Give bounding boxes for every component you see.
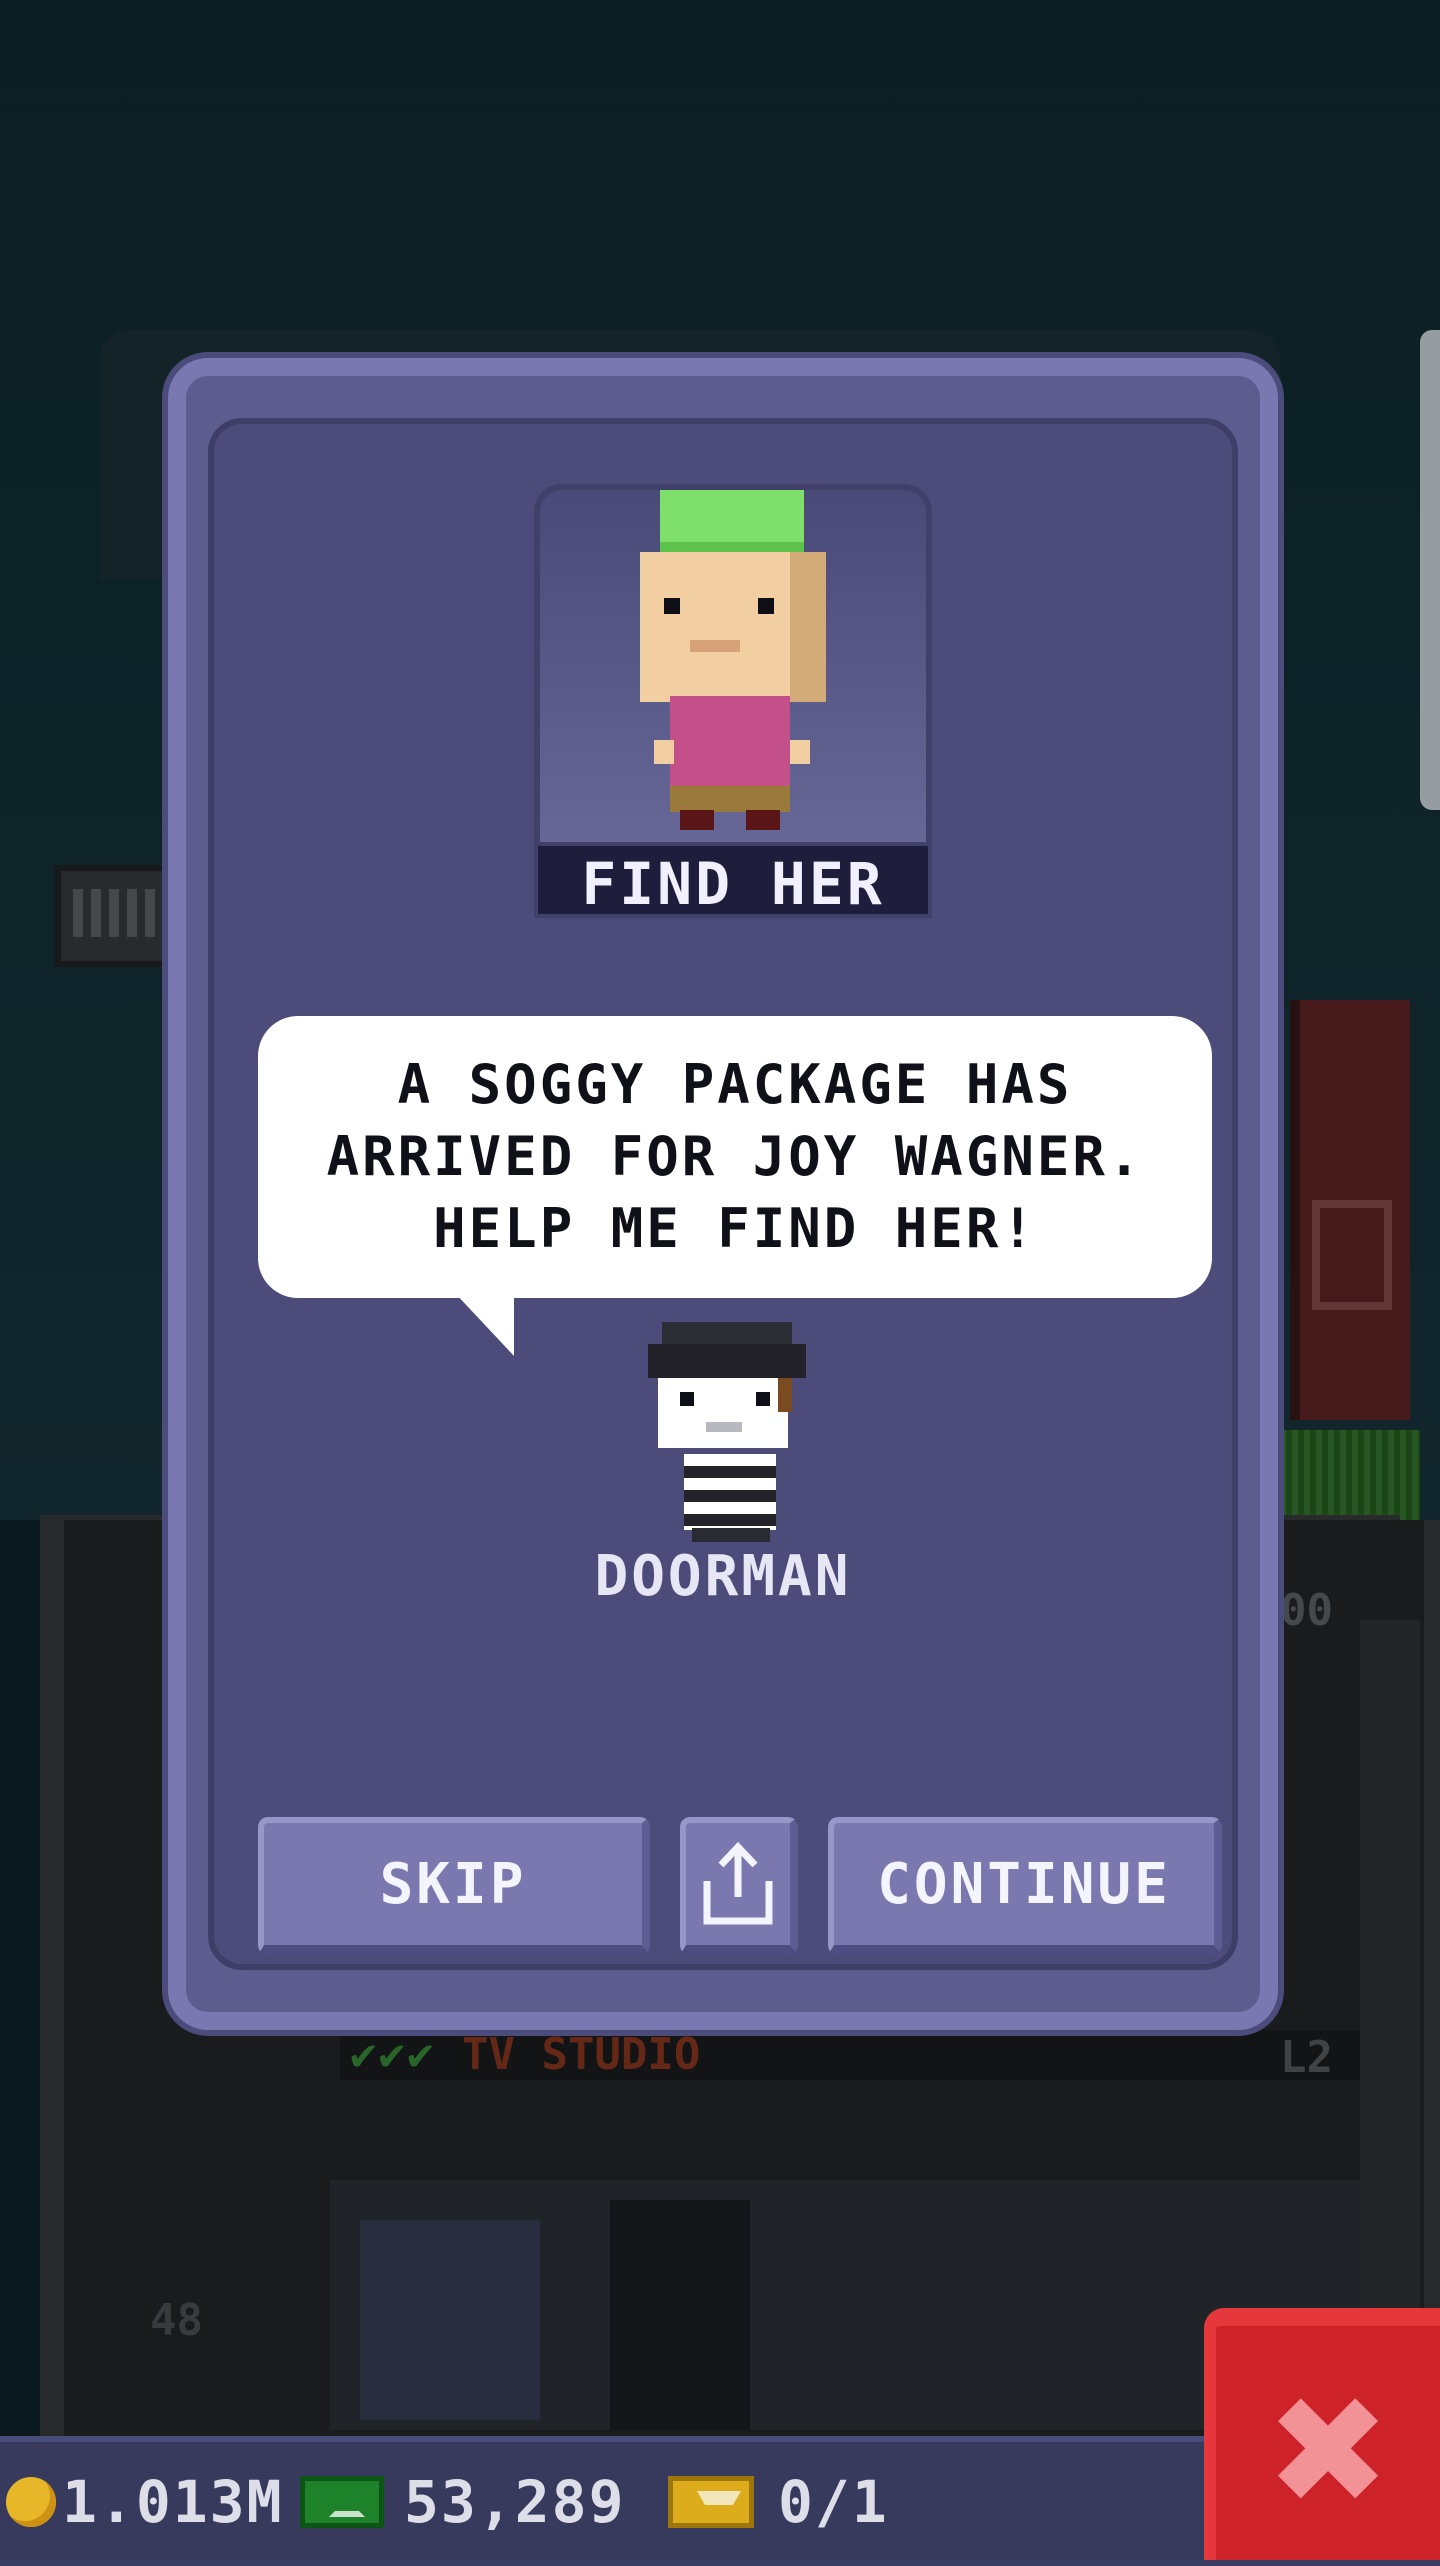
beret-hat — [648, 1344, 806, 1378]
doorman-avatar — [648, 1314, 818, 1554]
striped-shirt — [684, 1454, 776, 1530]
speech-bubble: A SOGGY PACKAGE HAS ARRIVED FOR JOY WAGN… — [258, 1016, 1212, 1298]
continue-button[interactable]: CONTINUE — [828, 1817, 1222, 1955]
npc-name: DOORMAN — [594, 1544, 852, 1609]
share-icon — [703, 1841, 773, 1925]
skip-label: SKIP — [379, 1851, 527, 1917]
girl-avatar — [540, 490, 926, 876]
share-button[interactable] — [680, 1817, 798, 1955]
speech-bubble-tail — [454, 1292, 514, 1356]
dialog-panel: FIND HER A SOGGY PACKAGE HAS ARRIVED FOR… — [208, 418, 1238, 1970]
continue-label: CONTINUE — [877, 1851, 1171, 1917]
target-portrait — [534, 484, 932, 882]
mission-dialog: FIND HER A SOGGY PACKAGE HAS ARRIVED FOR… — [168, 358, 1278, 2030]
dialog-message: A SOGGY PACKAGE HAS ARRIVED FOR JOY WAGN… — [326, 1053, 1144, 1260]
portrait-label: FIND HER — [534, 842, 932, 918]
green-beanie — [660, 490, 804, 556]
skip-button[interactable]: SKIP — [258, 1817, 650, 1955]
